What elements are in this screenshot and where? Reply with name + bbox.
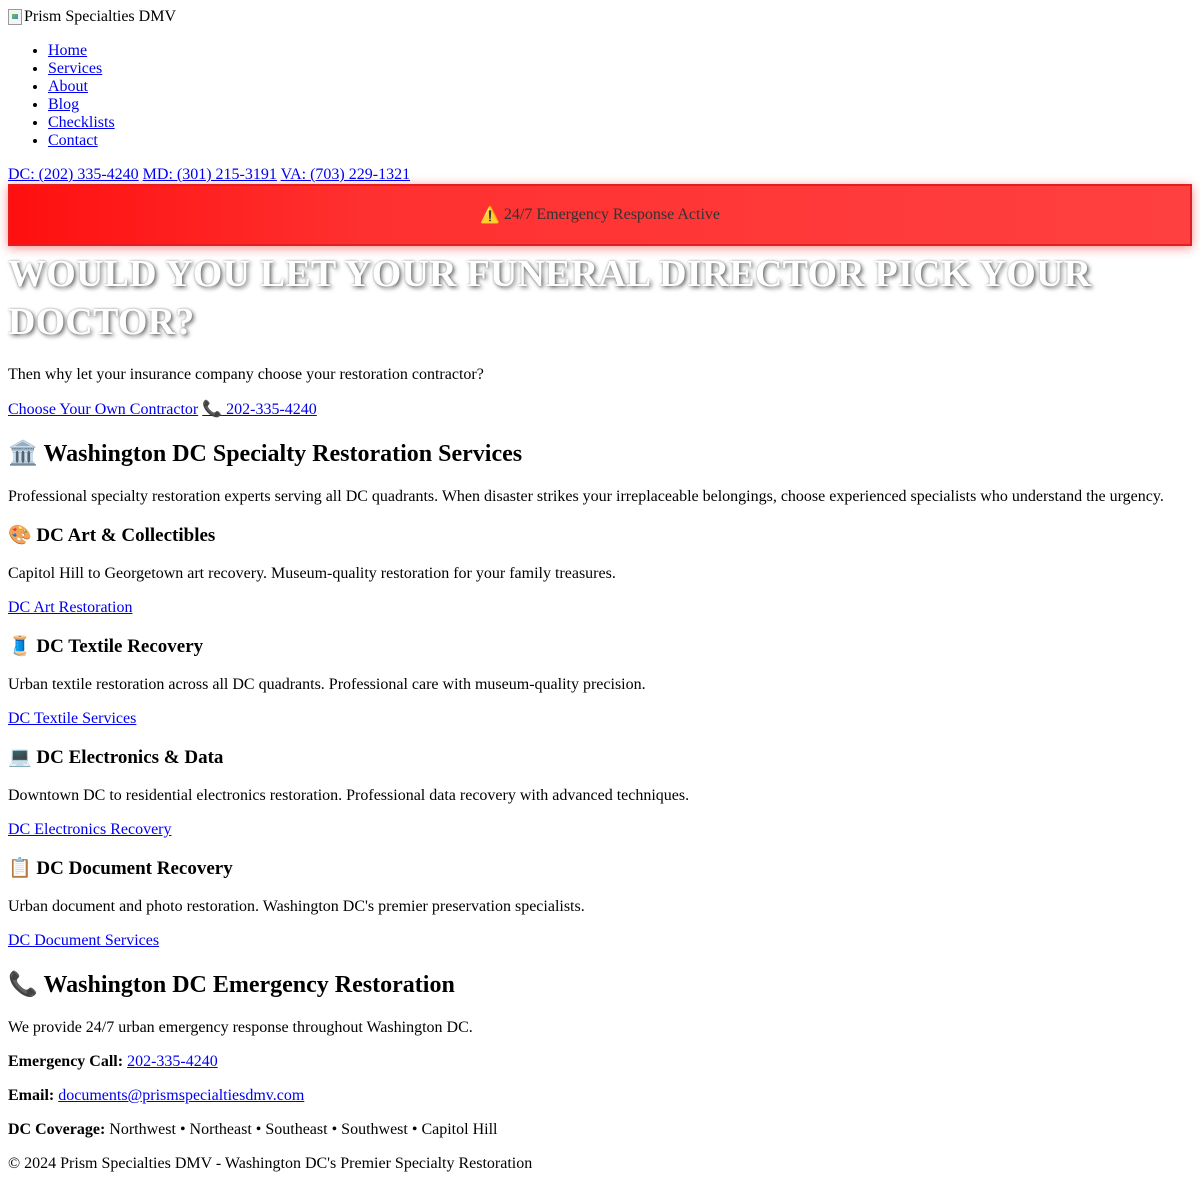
- clipboard-icon: 📋: [8, 857, 32, 879]
- hero-phone-number: 202-335-4240: [222, 401, 317, 418]
- logo-alt-text: Prism Specialties DMV: [24, 8, 176, 25]
- site-header: Prism Specialties DMV Home Services Abou…: [8, 8, 1192, 184]
- palette-icon: 🎨: [8, 524, 32, 546]
- phone-link-dc[interactable]: DC: (202) 335-4240: [8, 166, 139, 183]
- nav-list: Home Services About Blog Checklists Cont…: [8, 42, 1192, 150]
- nav-link-home[interactable]: Home: [48, 42, 87, 59]
- phone-link-md[interactable]: MD: (301) 215-3191: [143, 166, 277, 183]
- service-title: 💻 DC Electronics & Data: [8, 746, 1192, 769]
- alert-text: 24/7 Emergency Response Active: [503, 206, 721, 223]
- services-heading: 🏛️ Washington DC Specialty Restoration S…: [8, 439, 1192, 468]
- coverage-row: DC Coverage: Northwest • Northeast • Sou…: [8, 1121, 1192, 1139]
- thread-spool-icon: 🧵: [8, 635, 32, 657]
- service-title-text: DC Document Recovery: [36, 858, 233, 879]
- email-link[interactable]: documents@prismspecialtiesdmv.com: [58, 1087, 304, 1104]
- phone-icon: 📞: [202, 399, 223, 418]
- nav-link-services[interactable]: Services: [48, 60, 102, 77]
- nav-item-contact: Contact: [48, 132, 1192, 150]
- services-section: 🏛️ Washington DC Specialty Restoration S…: [8, 439, 1192, 950]
- textile-services-link[interactable]: DC Textile Services: [8, 710, 136, 727]
- service-textile: 🧵 DC Textile Recovery Urban textile rest…: [8, 635, 1192, 728]
- nav-link-contact[interactable]: Contact: [48, 132, 98, 149]
- service-title-text: DC Art & Collectibles: [36, 525, 216, 546]
- nav-link-checklists[interactable]: Checklists: [48, 114, 115, 131]
- emergency-section: 📞 Washington DC Emergency Restoration We…: [8, 970, 1192, 1139]
- coverage-value: Northwest • Northeast • Southeast • Sout…: [105, 1121, 498, 1138]
- logo[interactable]: Prism Specialties DMV: [8, 8, 1192, 26]
- service-link-row: DC Art Restoration: [8, 599, 1192, 617]
- nav-link-blog[interactable]: Blog: [48, 96, 79, 113]
- hero-cta-row: Choose Your Own Contractor 📞 202-335-424…: [8, 400, 1192, 419]
- document-services-link[interactable]: DC Document Services: [8, 932, 159, 949]
- service-title-text: DC Textile Recovery: [36, 636, 204, 657]
- service-description: Urban textile restoration across all DC …: [8, 676, 646, 693]
- hero-phone-link[interactable]: 📞 202-335-4240: [202, 399, 317, 419]
- electronics-recovery-link[interactable]: DC Electronics Recovery: [8, 821, 172, 838]
- page: Prism Specialties DMV Home Services Abou…: [0, 0, 1200, 1173]
- service-title: 🧵 DC Textile Recovery: [8, 635, 1192, 658]
- nav-link-about[interactable]: About: [48, 78, 88, 95]
- services-intro: Professional specialty restoration exper…: [8, 488, 1164, 505]
- nav-item-about: About: [48, 78, 1192, 96]
- phone-link-va[interactable]: VA: (703) 229-1321: [281, 166, 410, 183]
- site-footer: © 2024 Prism Specialties DMV - Washingto…: [8, 1155, 1192, 1173]
- emergency-call-link[interactable]: 202-335-4240: [127, 1053, 218, 1070]
- laptop-icon: 💻: [8, 746, 32, 768]
- hero-subtitle: Then why let your insurance company choo…: [8, 366, 484, 383]
- warning-icon: ⚠️: [479, 205, 500, 224]
- art-restoration-link[interactable]: DC Art Restoration: [8, 599, 132, 616]
- service-link-row: DC Electronics Recovery: [8, 821, 1192, 839]
- service-art: 🎨 DC Art & Collectibles Capitol Hill to …: [8, 524, 1192, 617]
- service-title-text: DC Electronics & Data: [36, 747, 224, 768]
- service-link-row: DC Document Services: [8, 932, 1192, 950]
- nav-item-blog: Blog: [48, 96, 1192, 114]
- emergency-call-row: Emergency Call: 202-335-4240: [8, 1053, 1192, 1071]
- nav-item-checklists: Checklists: [48, 114, 1192, 132]
- hero-section: Would You Let Your Funeral Director Pick…: [8, 250, 1192, 419]
- copyright-text: © 2024 Prism Specialties DMV - Washingto…: [8, 1155, 533, 1172]
- main-nav: Home Services About Blog Checklists Cont…: [8, 42, 1192, 150]
- hero-title: Would You Let Your Funeral Director Pick…: [8, 253, 1092, 343]
- choose-contractor-link[interactable]: Choose Your Own Contractor: [8, 401, 198, 418]
- service-description: Capitol Hill to Georgetown art recovery.…: [8, 565, 616, 582]
- service-title: 📋 DC Document Recovery: [8, 857, 1192, 880]
- email-row: Email: documents@prismspecialtiesdmv.com: [8, 1087, 1192, 1105]
- coverage-label: DC Coverage:: [8, 1121, 106, 1138]
- email-label: Email:: [8, 1087, 55, 1104]
- service-description: Urban document and photo restoration. Wa…: [8, 898, 585, 915]
- services-title: Washington DC Specialty Restoration Serv…: [43, 441, 523, 467]
- emergency-alert-banner: ⚠️ 24/7 Emergency Response Active: [8, 184, 1192, 246]
- nav-item-services: Services: [48, 60, 1192, 78]
- service-description: Downtown DC to residential electronics r…: [8, 787, 690, 804]
- emergency-title: Washington DC Emergency Restoration: [43, 972, 455, 998]
- phone-icon: 📞: [8, 970, 38, 998]
- service-link-row: DC Textile Services: [8, 710, 1192, 728]
- emergency-heading: 📞 Washington DC Emergency Restoration: [8, 970, 1192, 999]
- nav-item-home: Home: [48, 42, 1192, 60]
- service-documents: 📋 DC Document Recovery Urban document an…: [8, 857, 1192, 950]
- emergency-intro: We provide 24/7 urban emergency response…: [8, 1019, 473, 1036]
- service-title: 🎨 DC Art & Collectibles: [8, 524, 1192, 547]
- building-icon: 🏛️: [8, 439, 38, 467]
- service-electronics: 💻 DC Electronics & Data Downtown DC to r…: [8, 746, 1192, 839]
- broken-image-icon: [8, 9, 22, 25]
- emergency-call-label: Emergency Call:: [8, 1053, 124, 1070]
- phone-links: DC: (202) 335-4240 MD: (301) 215-3191 VA…: [8, 166, 1192, 184]
